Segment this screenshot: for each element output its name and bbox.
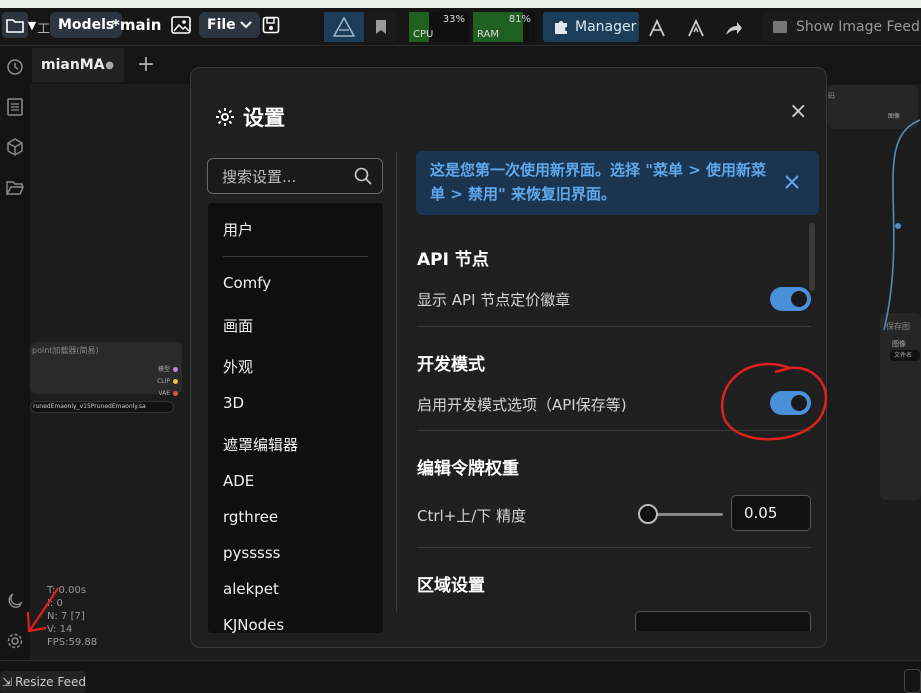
red-annotations xyxy=(26,362,828,633)
annotation-arrow-icon xyxy=(26,587,59,633)
annotation-circle xyxy=(720,362,828,441)
